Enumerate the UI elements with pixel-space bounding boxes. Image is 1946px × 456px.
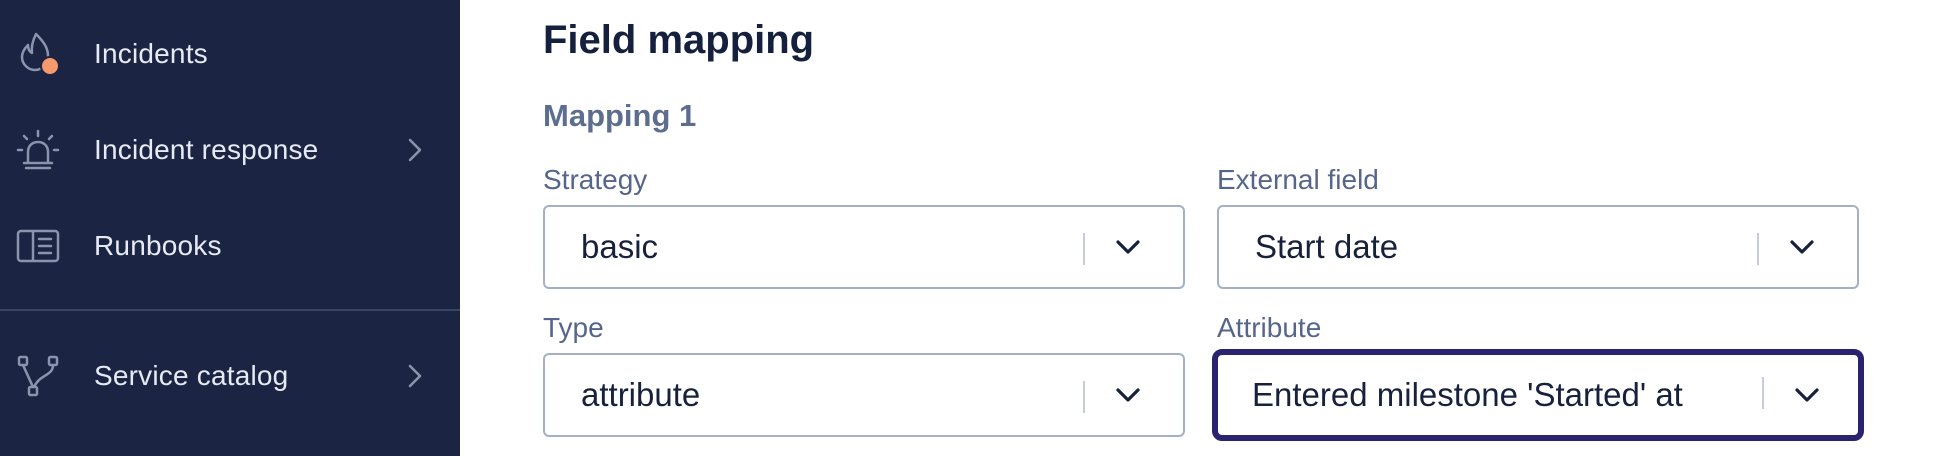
type-label: Type: [543, 312, 604, 343]
chevron-down-icon[interactable]: [1794, 386, 1820, 404]
select-separator: [1083, 381, 1085, 413]
type-value: attribute: [581, 376, 701, 413]
external-field-value: Start date: [1255, 228, 1399, 265]
sidebar-item-service-catalog[interactable]: Service catalog: [0, 336, 460, 416]
sidebar-divider: [0, 309, 460, 311]
sidebar-item-incident-response[interactable]: Incident response: [0, 110, 460, 190]
chevron-down-icon[interactable]: [1115, 238, 1141, 256]
strategy-value: basic: [581, 228, 659, 265]
page-title: Field mapping: [543, 18, 815, 62]
strategy-label: Strategy: [543, 164, 648, 195]
chevron-down-icon[interactable]: [1789, 238, 1815, 256]
siren-icon: [14, 126, 62, 174]
attribute-select[interactable]: Entered milestone 'Started' at: [1212, 349, 1864, 441]
select-separator: [1757, 233, 1759, 265]
external-field-select[interactable]: Start date: [1217, 205, 1859, 289]
sidebar-item-label: Incident response: [94, 134, 319, 165]
sidebar-item-label: Incidents: [94, 38, 208, 69]
attribute-label: Attribute: [1217, 312, 1322, 343]
chevron-right-icon: [400, 361, 430, 391]
main-content: Field mapping Mapping 1 Strategy basic E…: [460, 0, 1946, 456]
sidebar-item-label: Service catalog: [94, 360, 289, 391]
branch-icon: [14, 352, 62, 400]
app-root: Incidents Incident response Runbooks Ser…: [0, 0, 1946, 456]
section-title: Mapping 1: [543, 98, 697, 133]
sidebar: Incidents Incident response Runbooks Ser…: [0, 0, 460, 456]
sidebar-item-label: Runbooks: [94, 230, 222, 261]
type-select[interactable]: attribute: [543, 353, 1185, 437]
attribute-value: Entered milestone 'Started' at: [1252, 376, 1683, 413]
chevron-right-icon: [400, 135, 430, 165]
book-icon: [14, 222, 62, 270]
select-separator: [1762, 377, 1764, 409]
chevron-down-icon[interactable]: [1115, 386, 1141, 404]
external-field-label: External field: [1217, 164, 1379, 195]
sidebar-item-incidents[interactable]: Incidents: [0, 14, 460, 94]
select-separator: [1083, 233, 1085, 265]
strategy-select[interactable]: basic: [543, 205, 1185, 289]
flame-icon: [14, 30, 62, 78]
sidebar-item-runbooks[interactable]: Runbooks: [0, 206, 460, 286]
